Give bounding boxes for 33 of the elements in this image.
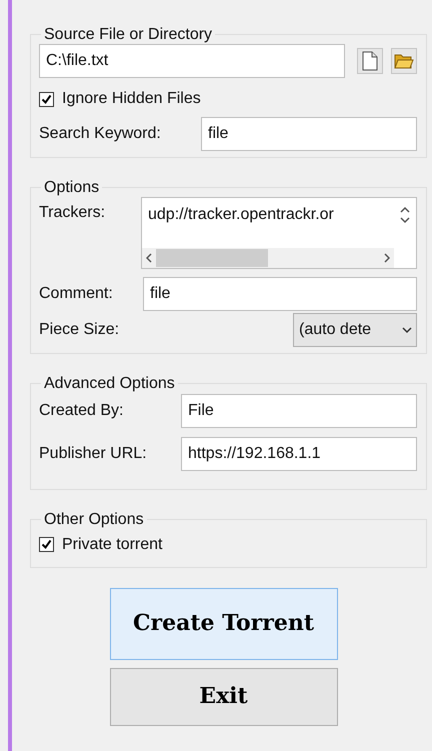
- group-title: Other Options: [43, 510, 145, 529]
- create-torrent-button[interactable]: Create Torrent: [110, 588, 338, 660]
- caret-icon: [402, 326, 412, 334]
- field-label: Trackers:: [39, 203, 106, 224]
- scroll-up-icon[interactable]: [400, 206, 410, 214]
- scrollbar-thumb[interactable]: [156, 249, 268, 268]
- input-field[interactable]: file: [143, 277, 417, 312]
- file-icon[interactable]: [357, 48, 383, 74]
- scroll-down-icon[interactable]: [400, 217, 410, 224]
- horizontal-scrollbar[interactable]: [142, 248, 394, 268]
- scroll-left-icon[interactable]: [146, 253, 152, 264]
- scroll-right-icon[interactable]: [384, 253, 390, 264]
- field-label: Piece Size:: [39, 320, 120, 340]
- input-field[interactable]: file: [201, 117, 417, 152]
- folder-icon[interactable]: [391, 48, 417, 74]
- group-title: Advanced Options: [43, 374, 176, 394]
- input-field[interactable]: https://192.168.1.1: [181, 436, 417, 471]
- input-field[interactable]: C:\file.txt: [39, 44, 345, 78]
- text-area-value: udp://tracker.opentrackr.or: [147, 205, 335, 226]
- checkbox[interactable]: [39, 537, 54, 552]
- group-title: Options: [43, 178, 100, 198]
- checkbox[interactable]: [39, 92, 54, 107]
- input-field[interactable]: File: [181, 394, 417, 428]
- checkbox-label: Ignore Hidden Files: [62, 89, 201, 110]
- exit-button[interactable]: Exit: [110, 668, 338, 726]
- dropdown[interactable]: (auto dete: [293, 313, 417, 348]
- field-label: Created By:: [39, 400, 124, 421]
- field-label: Search Keyword:: [39, 124, 162, 144]
- text-area[interactable]: udp://tracker.opentrackr.or: [141, 197, 417, 270]
- field-label: Comment:: [39, 284, 114, 304]
- field-label: Publisher URL:: [39, 444, 148, 464]
- checkbox-label: Private torrent: [62, 534, 162, 555]
- group-title: Source File or Directory: [43, 25, 214, 44]
